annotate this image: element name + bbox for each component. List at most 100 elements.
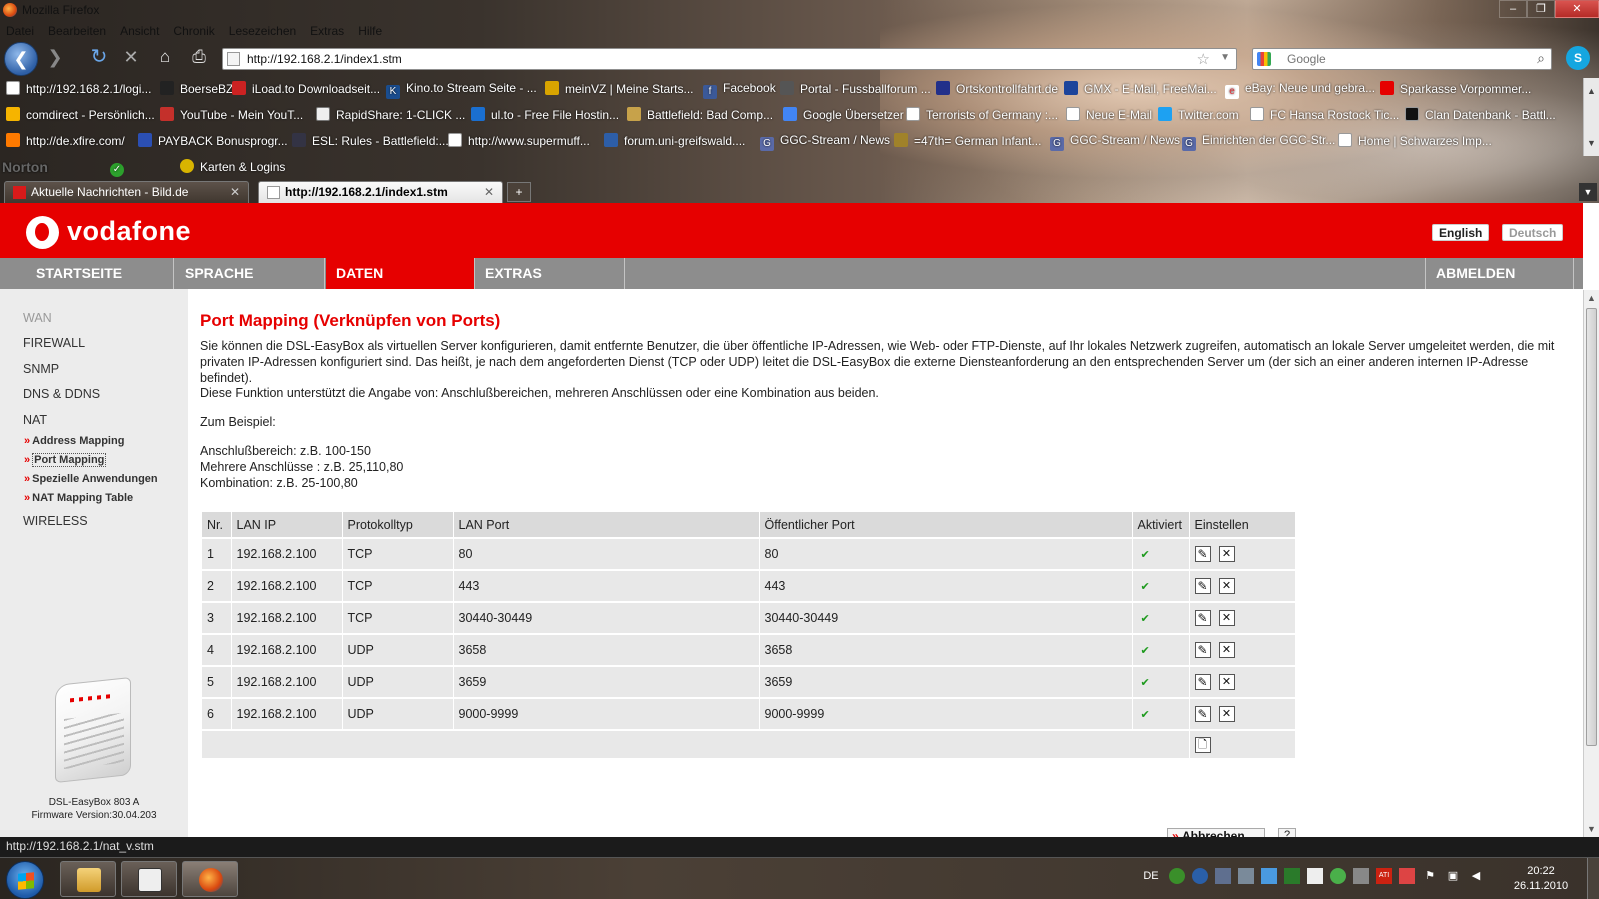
tray-app-icon[interactable] bbox=[1330, 868, 1346, 884]
bookmark-item[interactable]: FC Hansa Rostock Tic... bbox=[1250, 107, 1399, 122]
reload-button[interactable]: ↻ bbox=[84, 42, 114, 72]
sidebar-sub-port-mapping[interactable]: » Port Mapping bbox=[24, 453, 107, 467]
firefox-taskbar-button[interactable] bbox=[182, 861, 238, 897]
bookmark-item[interactable]: =47th= German Infant... bbox=[894, 133, 1041, 148]
bookmark-star-icon[interactable]: ☆ bbox=[1197, 50, 1210, 68]
bookmark-item[interactable]: YouTube - Mein YouT... bbox=[160, 107, 303, 122]
scroll-up-icon[interactable]: ▲ bbox=[1584, 290, 1599, 306]
bookmark-item[interactable]: GMX - E-Mail, FreeMai... bbox=[1064, 81, 1217, 96]
sidebar-item-firewall[interactable]: FIREWALL bbox=[23, 336, 85, 350]
bookmark-item[interactable]: K Kino.to Stream Seite - ... bbox=[386, 81, 537, 99]
print-button[interactable]: ⎙ bbox=[184, 42, 214, 72]
edit-icon[interactable]: ✎ bbox=[1194, 578, 1211, 594]
skype-icon[interactable]: S bbox=[1566, 46, 1590, 70]
bookmark-item[interactable]: G Einrichten der GGC-Str... bbox=[1182, 133, 1335, 151]
menu-ansicht[interactable]: Ansicht bbox=[118, 23, 161, 39]
bookmark-item[interactable]: ul.to - Free File Hostin... bbox=[471, 107, 619, 122]
bookmark-item[interactable]: ESL: Rules - Battlefield:... bbox=[292, 133, 449, 148]
menu-datei[interactable]: Datei bbox=[4, 23, 36, 39]
sidebar-item-wireless[interactable]: WIRELESS bbox=[23, 514, 88, 528]
sidebar-sub-spezielle-anwendungen[interactable]: » Spezielle Anwendungen bbox=[24, 473, 158, 485]
edit-icon[interactable]: ✎ bbox=[1194, 546, 1211, 562]
scroll-up-icon[interactable]: ▲ bbox=[1584, 78, 1599, 104]
tab-router[interactable]: http://192.168.2.1/index1.stm ✕ bbox=[258, 181, 503, 203]
language-indicator[interactable]: DE bbox=[1140, 868, 1162, 884]
volume-icon[interactable]: ◀ bbox=[1468, 868, 1484, 884]
page-scrollbar[interactable]: ▲ ▼ bbox=[1583, 290, 1599, 837]
sidebar-sub-nat-mapping-table[interactable]: » NAT Mapping Table bbox=[24, 492, 133, 504]
bookmark-item[interactable]: forum.uni-greifswald.... bbox=[604, 133, 745, 148]
clock[interactable]: 20:22 26.11.2010 bbox=[1506, 864, 1576, 894]
close-tab-icon[interactable]: ✕ bbox=[230, 185, 240, 199]
add-entry-icon[interactable]: 🗋 bbox=[1194, 736, 1211, 753]
tray-app-icon[interactable] bbox=[1238, 868, 1254, 884]
sidebar-item-dns-ddns[interactable]: DNS & DDNS bbox=[23, 387, 100, 401]
tray-app-icon[interactable] bbox=[1284, 868, 1300, 884]
scroll-thumb[interactable] bbox=[1586, 308, 1597, 746]
delete-icon[interactable]: ✕ bbox=[1218, 642, 1235, 658]
bookmark-item[interactable]: Google Übersetzer bbox=[783, 107, 904, 122]
bookmark-item[interactable]: G GGC-Stream / News bbox=[760, 133, 890, 151]
stop-button[interactable]: ✕ bbox=[116, 42, 146, 72]
menu-bearbeiten[interactable]: Bearbeiten bbox=[46, 23, 108, 39]
search-icon[interactable]: ⌕ bbox=[1537, 50, 1545, 67]
sidebar-item-wan[interactable]: WAN bbox=[23, 311, 52, 325]
tray-app-icon[interactable] bbox=[1169, 868, 1185, 884]
forward-button[interactable]: ❯ bbox=[40, 42, 70, 72]
flag-icon[interactable]: ⚑ bbox=[1422, 868, 1438, 884]
app-taskbar-button[interactable] bbox=[121, 861, 177, 897]
norton-status[interactable]: ✓ bbox=[110, 159, 130, 177]
home-button[interactable]: ⌂ bbox=[150, 42, 180, 72]
bookmark-item[interactable]: RapidShare: 1-CLICK ... bbox=[316, 107, 465, 122]
bookmark-item[interactable]: http://www.supermuff... bbox=[448, 133, 590, 148]
new-tab-button[interactable]: + bbox=[507, 182, 531, 202]
delete-icon[interactable]: ✕ bbox=[1218, 610, 1235, 626]
cancel-button[interactable]: Abbrechen bbox=[1167, 828, 1265, 837]
edit-icon[interactable]: ✎ bbox=[1194, 674, 1211, 690]
edit-icon[interactable]: ✎ bbox=[1194, 610, 1211, 626]
network-icon[interactable]: ▣ bbox=[1445, 868, 1461, 884]
sidebar-sub-address-mapping[interactable]: » Address Mapping bbox=[24, 435, 124, 447]
help-button[interactable]: ? bbox=[1278, 828, 1296, 837]
bookmark-item[interactable]: Neue E-Mail bbox=[1066, 107, 1152, 122]
delete-icon[interactable]: ✕ bbox=[1218, 578, 1235, 594]
bookmark-item[interactable]: Portal - Fussballforum ... bbox=[780, 81, 931, 96]
google-engine-icon[interactable] bbox=[1257, 52, 1271, 66]
sidebar-item-nat[interactable]: NAT bbox=[23, 413, 47, 427]
bookmark-item[interactable]: Clan Datenbank - Battl... bbox=[1405, 107, 1556, 122]
bookmark-item[interactable]: iLoad.to Downloadseit... bbox=[232, 81, 380, 96]
edit-icon[interactable]: ✎ bbox=[1194, 642, 1211, 658]
nav-abmelden[interactable]: ABMELDEN bbox=[1425, 258, 1574, 289]
bookmark-item[interactable]: e eBay: Neue und gebra... bbox=[1225, 81, 1375, 99]
karten-logins-button[interactable]: Karten & Logins bbox=[180, 159, 285, 174]
bookmark-item[interactable]: comdirect - Persönlich... bbox=[6, 107, 155, 122]
tray-app-icon[interactable] bbox=[1215, 868, 1231, 884]
tray-app-icon[interactable] bbox=[1353, 868, 1369, 884]
list-all-tabs-icon[interactable]: ▼ bbox=[1579, 183, 1597, 201]
tray-app-icon[interactable] bbox=[1261, 868, 1277, 884]
delete-icon[interactable]: ✕ bbox=[1218, 706, 1235, 722]
bookmark-item[interactable]: Home | Schwarzes Imp... bbox=[1338, 133, 1492, 148]
start-button[interactable] bbox=[6, 861, 44, 899]
sidebar-item-snmp[interactable]: SNMP bbox=[23, 362, 59, 376]
url-history-dropdown-icon[interactable]: ▼ bbox=[1220, 52, 1230, 63]
explorer-taskbar-button[interactable] bbox=[60, 861, 116, 897]
close-window-button[interactable]: ✕ bbox=[1555, 0, 1599, 18]
scroll-down-icon[interactable]: ▼ bbox=[1584, 821, 1599, 837]
nav-startseite[interactable]: STARTSEITE bbox=[0, 258, 174, 289]
tray-app-icon[interactable] bbox=[1307, 868, 1323, 884]
menu-hilfe[interactable]: Hilfe bbox=[356, 23, 384, 39]
nav-daten[interactable]: DATEN bbox=[326, 258, 475, 289]
bookmark-item[interactable]: http://de.xfire.com/ bbox=[6, 133, 125, 148]
bookmark-item[interactable]: Twitter.com bbox=[1158, 107, 1239, 122]
nav-extras[interactable]: EXTRAS bbox=[475, 258, 625, 289]
bookmark-item[interactable]: Battlefield: Bad Comp... bbox=[627, 107, 773, 122]
url-input[interactable] bbox=[247, 51, 1167, 67]
bookmark-item[interactable]: f Facebook bbox=[703, 81, 776, 99]
bookmark-item[interactable]: Ortskontrollfahrt.de bbox=[936, 81, 1058, 96]
bookmark-item[interactable]: Terrorists of Germany :... bbox=[906, 107, 1058, 122]
tray-app-icon[interactable] bbox=[1192, 868, 1208, 884]
language-deutsch-button[interactable]: Deutsch bbox=[1502, 224, 1564, 241]
bookmark-item[interactable]: meinVZ | Meine Starts... bbox=[545, 81, 694, 96]
tab-bild[interactable]: Aktuelle Nachrichten - Bild.de ✕ bbox=[4, 181, 249, 203]
